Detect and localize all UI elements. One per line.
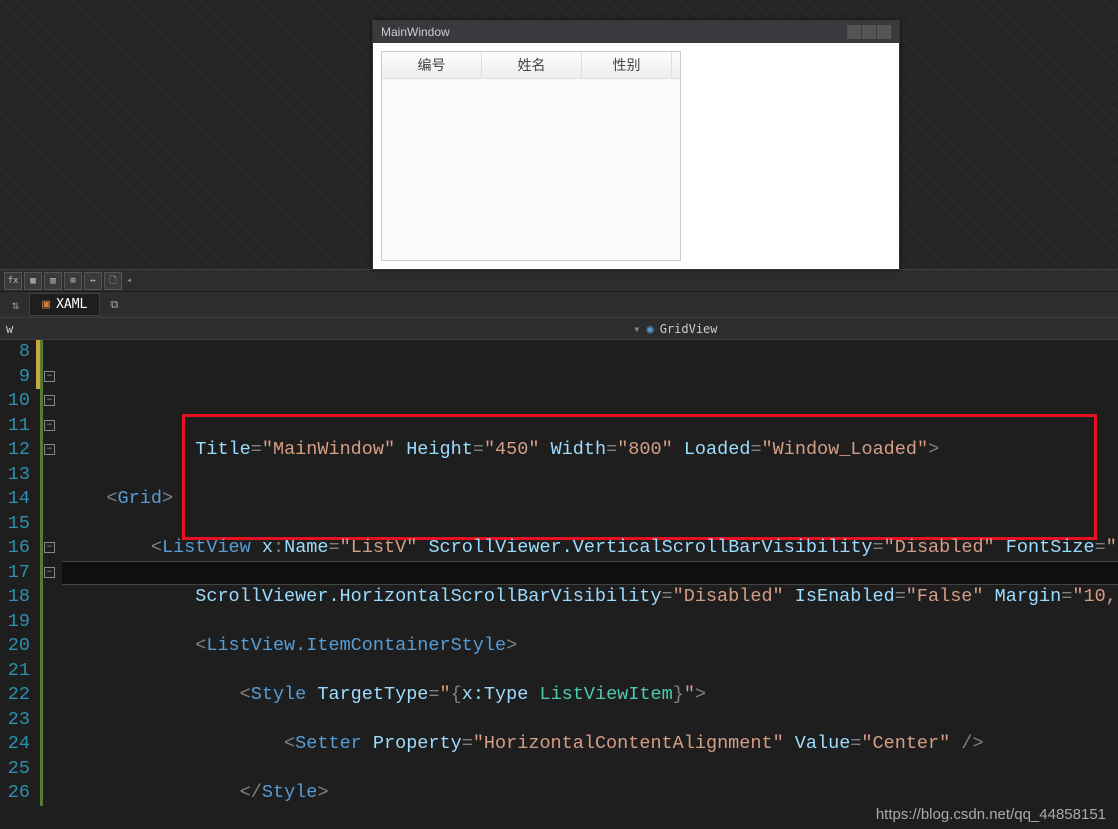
maximize-icon <box>862 25 876 39</box>
code-editor[interactable]: 8910 111213 141516 171819 202122 232425 … <box>0 340 1118 829</box>
minimize-icon <box>847 25 861 39</box>
swap-icon[interactable]: ⇅ <box>12 298 19 312</box>
pane-swap-bar: ⇅ ▣ XAML ⧉ <box>0 292 1118 318</box>
popout-icon[interactable]: ⧉ <box>110 298 118 312</box>
grid-button[interactable]: ▦ <box>24 272 42 290</box>
col-header: 编号 <box>382 52 482 78</box>
doc-button[interactable]: 🗋 <box>104 272 122 290</box>
dropdown-icon[interactable]: ▾ <box>633 322 640 336</box>
xaml-tab-label: XAML <box>56 297 87 312</box>
fold-icon[interactable]: − <box>44 567 55 578</box>
col-header: 姓名 <box>482 52 582 78</box>
guides-button[interactable]: ⊞ <box>64 272 82 290</box>
preview-window[interactable]: MainWindow 编号 姓名 性别 <box>372 20 900 270</box>
preview-listview[interactable]: 编号 姓名 性别 <box>381 51 681 261</box>
close-icon <box>877 25 891 39</box>
watermark: https://blog.csdn.net/qq_44858151 <box>876 806 1106 823</box>
preview-body: 编号 姓名 性别 <box>373 43 899 267</box>
fold-icon[interactable]: − <box>44 420 55 431</box>
col-header: 性别 <box>582 52 672 78</box>
fold-icon[interactable]: − <box>44 444 55 455</box>
fold-icon[interactable]: − <box>44 542 55 553</box>
snap-button[interactable]: ↔ <box>84 272 102 290</box>
xaml-square-icon: ▣ <box>42 297 50 312</box>
preview-title: MainWindow <box>381 25 450 39</box>
arrow-icon: ◂ <box>126 275 132 286</box>
fx-button[interactable]: fx <box>4 272 22 290</box>
line-number-gutter: 8910 111213 141516 171819 202122 232425 … <box>0 340 36 829</box>
fold-icon[interactable]: − <box>44 371 55 382</box>
code-text[interactable]: Title="MainWindow" Height="450" Width="8… <box>62 340 1118 829</box>
designer-toolbar: fx ▦ ▥ ⊞ ↔ 🗋 ◂ <box>0 270 1118 292</box>
highlight-box <box>182 414 1097 540</box>
field-icon: ◉ <box>646 322 653 336</box>
ruler-button[interactable]: ▥ <box>44 272 62 290</box>
preview-titlebar: MainWindow <box>373 21 899 43</box>
designer-surface[interactable]: MainWindow 编号 姓名 性别 <box>0 0 1118 270</box>
context-member[interactable]: GridView <box>660 322 718 336</box>
fold-icon[interactable]: − <box>44 395 55 406</box>
xaml-tab[interactable]: ▣ XAML <box>29 293 100 316</box>
listview-header: 编号 姓名 性别 <box>382 52 680 79</box>
context-left[interactable]: w <box>0 322 13 336</box>
fold-column[interactable]: − − − − − − <box>36 340 62 829</box>
context-bar: w ▾ ◉ GridView <box>0 318 1118 340</box>
